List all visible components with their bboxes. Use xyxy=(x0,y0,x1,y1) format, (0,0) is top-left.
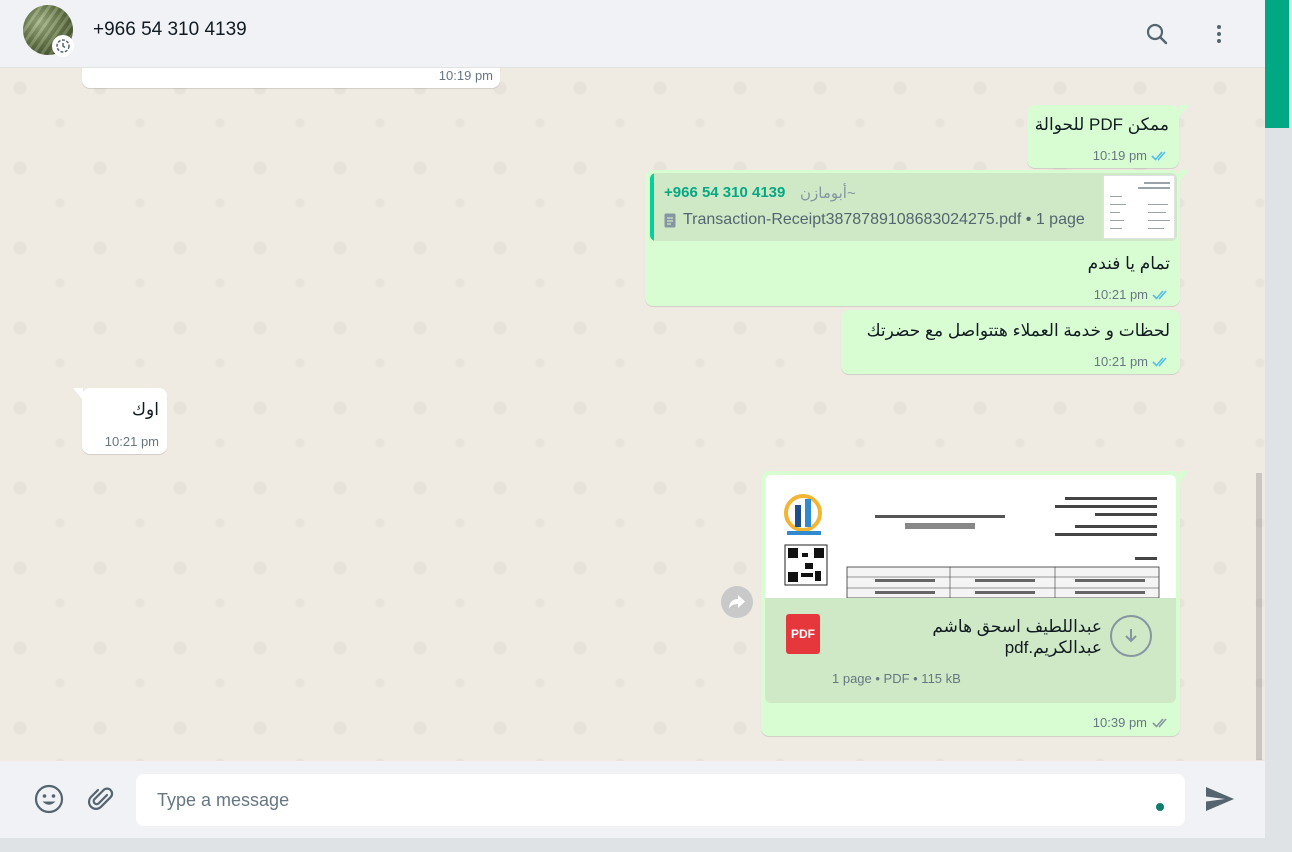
message-outgoing[interactable]: ممكن PDF للحوالة 10:19 pm xyxy=(1027,105,1179,168)
quote-file-name: Transaction-Receipt3878789108683024275.p… xyxy=(683,211,1085,228)
message-time: 10:21 pm xyxy=(104,434,159,449)
emoji-button[interactable] xyxy=(31,781,67,817)
message-text: اوك xyxy=(132,400,159,419)
message-incoming[interactable]: اوك 10:21 pm xyxy=(82,388,167,454)
bubble-tail xyxy=(1179,105,1189,117)
quoted-message[interactable]: +966 54 310 4139 ~أبومازن Transaction-Re… xyxy=(650,173,1177,241)
quote-bar xyxy=(650,173,654,241)
forward-icon xyxy=(729,595,745,609)
whatsapp-window: +966 54 310 4139 10:19 pm ممكن PDF للحوا… xyxy=(0,0,1265,838)
message-time: 10:19 pm xyxy=(1092,148,1147,163)
paperclip-icon xyxy=(88,787,114,810)
document-name: عبداللطيف اسحق هاشم عبدالكريم.pdf xyxy=(932,617,1102,657)
read-ticks-icon xyxy=(1152,290,1167,300)
message-outgoing[interactable]: لحظات و خدمة العملاء هتتواصل مع حضرتك 10… xyxy=(841,310,1180,374)
search-icon xyxy=(1146,23,1168,45)
message-text: لحظات و خدمة العملاء هتتواصل مع حضرتك xyxy=(866,321,1170,340)
message-list[interactable]: 10:19 pm ممكن PDF للحوالة 10:19 pm تمام … xyxy=(0,68,1265,761)
contact-name[interactable]: +966 54 310 4139 xyxy=(93,19,247,41)
bubble-tail xyxy=(1179,170,1189,182)
pdf-file-icon: PDF xyxy=(786,614,820,654)
message-time: 10:39 pm xyxy=(1092,715,1147,730)
download-icon xyxy=(1125,629,1137,643)
read-ticks-icon xyxy=(1151,151,1166,161)
message-incoming[interactable]: 10:19 pm xyxy=(82,68,500,88)
quote-sender-alias: ~أبومازن xyxy=(800,185,856,202)
send-icon xyxy=(1206,787,1234,811)
search-button[interactable] xyxy=(1137,14,1177,54)
document-preview[interactable] xyxy=(765,475,1176,598)
message-time: 10:21 pm xyxy=(1093,354,1148,369)
status-icon xyxy=(52,35,74,57)
menu-button[interactable] xyxy=(1199,14,1239,54)
bubble-tail xyxy=(73,388,83,400)
document-meta: 1 page • PDF • 115 kB xyxy=(832,671,961,686)
message-input[interactable] xyxy=(136,774,1185,826)
more-vertical-icon xyxy=(1217,25,1221,43)
document-preview-image xyxy=(784,494,1160,598)
forward-button[interactable] xyxy=(721,586,753,618)
chat-scrollbar[interactable] xyxy=(1256,473,1262,760)
message-time: 10:21 pm xyxy=(1093,287,1148,302)
window-scrollbar-thumb[interactable] xyxy=(1265,0,1289,128)
chat-header: +966 54 310 4139 xyxy=(0,0,1265,68)
download-button[interactable] xyxy=(1110,615,1152,657)
compose-bar xyxy=(0,761,1265,838)
bubble-tail xyxy=(1179,471,1189,483)
quote-thumbnail xyxy=(1103,175,1175,239)
delivered-ticks-icon xyxy=(1152,718,1167,728)
document-info[interactable]: PDF عبداللطيف اسحق هاشم عبدالكريم.pdf 1 … xyxy=(765,598,1176,703)
avatar[interactable] xyxy=(23,5,74,57)
message-text: ممكن PDF للحوالة xyxy=(1034,115,1169,134)
send-button[interactable] xyxy=(1202,781,1238,817)
quote-sender-number: +966 54 310 4139 xyxy=(664,184,786,201)
message-time: 10:19 pm xyxy=(438,68,493,83)
window-scrollbar[interactable] xyxy=(1265,0,1292,852)
read-ticks-icon xyxy=(1152,357,1167,367)
message-text: تمام يا فندم xyxy=(1087,254,1170,273)
attach-button[interactable] xyxy=(83,781,119,817)
emoji-icon xyxy=(34,784,64,814)
input-indicator-dot xyxy=(1156,803,1164,811)
document-icon xyxy=(664,213,676,228)
